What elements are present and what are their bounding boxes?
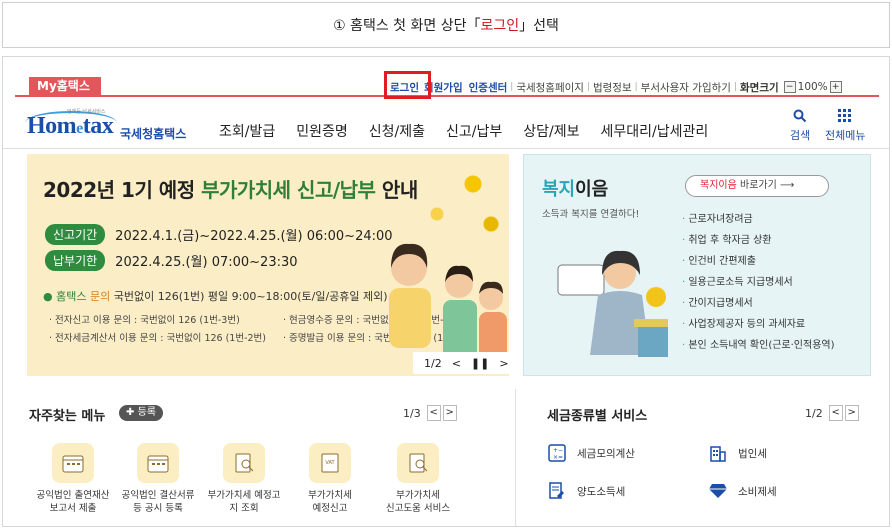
hometax-logo[interactable]: Hometax (27, 113, 114, 140)
grid-menu-icon (825, 109, 865, 127)
menu-inquiry[interactable]: 조회/발급 (219, 121, 275, 141)
caption-prefix: ① 홈택스 첫 화면 상단「 (333, 18, 481, 34)
calculator-icon: + − × = (547, 443, 567, 463)
utility-links: 로그인 회원가입 인증센터 | 국세청홈페이지 | 법령정보 | 부서사용자 가… (388, 78, 844, 96)
zoom-out-button[interactable]: − (783, 81, 796, 93)
favorite-item[interactable]: 공익법인 출연재산 보고서 제출 (31, 443, 115, 515)
banner-pager: 1/2 < ❚❚ > (413, 352, 509, 374)
menu-apply[interactable]: 신청/제출 (369, 121, 425, 141)
vat-doc-icon: VAT (309, 443, 351, 483)
calendar-icon (137, 443, 179, 483)
banner-title: 2022년 1기 예정 부가가치세 신고/납부 안내 (43, 178, 418, 202)
svg-text:VAT: VAT (325, 460, 335, 466)
tax-service-item[interactable]: + − × = 세금모의계산 (547, 443, 635, 463)
period-pill: 신고기간 (45, 224, 106, 245)
building-icon (708, 443, 728, 463)
due-text: 2022.4.25.(월) 07:00~23:30 (115, 255, 298, 270)
tax-service-item[interactable]: 소비제세 (708, 481, 777, 501)
pause-icon[interactable]: ❚❚ (471, 357, 489, 370)
document-search-icon (223, 443, 265, 483)
document-search-icon (397, 443, 439, 483)
diamond-icon (708, 481, 728, 501)
prev-arrow-icon[interactable]: < (452, 357, 461, 370)
welfare-subtitle: 소득과 복지를 연결하다! (542, 209, 640, 220)
arrow-right-icon: ⟶ (779, 180, 795, 191)
hometax-screenshot: My홈택스 로그인 회원가입 인증센터 | 국세청홈페이지 | 법령정보 | 부… (2, 56, 890, 527)
favorite-item[interactable]: 공익법인 결산서류 등 공시 등록 (116, 443, 200, 515)
cert-center-link[interactable]: 인증센터 (466, 80, 511, 95)
caption-suffix: 」선택 (519, 18, 559, 34)
main-menu: 조회/발급 민원증명 신청/제출 신고/납부 상담/제보 세무대리/납세관리 (219, 121, 729, 141)
all-menu-label: 전체메뉴 (825, 129, 866, 142)
tax-service-item[interactable]: 양도소득세 (547, 481, 625, 501)
main-nav: 언제든 납세서비스 Hometax 국세청홈택스 조회/발급 민원증명 신청/제… (3, 99, 889, 149)
due-row: 납부기한 2022.4.25.(월) 07:00~23:30 (45, 250, 298, 271)
favorite-item[interactable]: 부가가치세 신고도움 서비스 (376, 443, 460, 515)
welfare-item[interactable]: 본인 소득내역 확인(근로·인적용역) (682, 335, 834, 356)
zoom-in-button[interactable]: + (829, 81, 842, 93)
welfare-item[interactable]: 일용근로소득 지급명세서 (682, 272, 835, 293)
search-button[interactable]: 검색 (790, 109, 810, 143)
my-hometax-tab[interactable]: My홈택스 (29, 77, 101, 96)
next-page-button[interactable]: > (844, 405, 859, 421)
next-page-button[interactable]: > (442, 405, 457, 421)
section-divider (515, 389, 516, 526)
detail-line: · 전자세금계산서 이용 문의 : 국번없이 126 (1번-2번) (49, 333, 267, 344)
welfare-item[interactable]: 근로자녀장려금 (682, 209, 835, 230)
caption-highlight: 로그인 (480, 18, 520, 34)
welfare-item[interactable]: 인건비 간편제출 (682, 251, 835, 272)
welfare-item[interactable]: 사업장제공자 등의 과세자료 (682, 314, 835, 335)
welfare-panel: 복지이음 소득과 복지를 연결하다! 복지이음 바로가기 ⟶ 근로자녀장려금 취… (523, 154, 871, 376)
transfer-document-icon (547, 481, 567, 501)
instruction-caption: ① 홈택스 첫 화면 상단「 로그인 」선택 (2, 2, 890, 48)
tax-service-item[interactable]: 법인세 (708, 443, 767, 463)
welfare-list: 근로자녀장려금 취업 후 학자금 상환 인건비 간편제출 일용근로소득 지급명세… (682, 209, 835, 356)
top-utility-bar: My홈택스 로그인 회원가입 인증센터 | 국세청홈페이지 | 법령정보 | 부… (3, 57, 889, 99)
menu-report-pay[interactable]: 신고/납부 (446, 121, 502, 141)
tax-services-title: 세금종류별 서비스 (547, 409, 648, 424)
svg-text:=: = (558, 454, 563, 461)
favorite-item[interactable]: VAT 부가가치세 예정신고 (288, 443, 372, 515)
tax-page-indicator: 1/2 (805, 406, 823, 420)
zoom-level: 100% (797, 81, 828, 93)
prev-page-button[interactable]: < (828, 405, 843, 421)
welfare-item[interactable]: 취업 후 학자금 상환 (682, 230, 835, 251)
vat-banner[interactable]: 2022년 1기 예정 부가가치세 신고/납부 안내 신고기간 2022.4.1… (27, 154, 509, 376)
favorites-page-indicator: 1/3 (403, 406, 421, 420)
tax-services-pager: 1/2 < > (805, 405, 859, 421)
register-button[interactable]: ✚ 등록 (119, 405, 163, 421)
menu-tax-agent[interactable]: 세무대리/납세관리 (601, 121, 709, 141)
all-menu-button[interactable]: 전체메뉴 (825, 109, 865, 143)
next-arrow-icon[interactable]: > (499, 357, 508, 370)
woman-laptop-illustration (557, 250, 668, 357)
contact-info: ● 홈택스 문의 국번없이 126(1번) 평일 9:00~18:00(토/일/… (43, 290, 388, 303)
screen-size-label: 화면크기 (740, 81, 779, 94)
welfare-title: 복지이음 (542, 179, 609, 200)
search-label: 검색 (790, 129, 811, 142)
favorites-title: 자주찾는 메뉴 (29, 409, 106, 424)
banner-page-indicator: 1/2 (424, 356, 442, 370)
logo-subtitle: 국세청홈택스 (120, 127, 187, 141)
nts-home-link[interactable]: 국세청홈페이지 (513, 80, 587, 95)
detail-line: · 전자신고 이용 문의 : 국번없이 126 (1번-3번) (49, 315, 240, 326)
welfare-item[interactable]: 간이지급명세서 (682, 293, 835, 314)
menu-consult[interactable]: 상담/제보 (523, 121, 579, 141)
favorite-item[interactable]: 부가가치세 예정고 지 조회 (202, 443, 286, 515)
due-pill: 납부기한 (45, 250, 106, 271)
login-highlight-box (384, 71, 431, 99)
calendar-icon (52, 443, 94, 483)
search-icon (790, 109, 810, 127)
favorites-pager: 1/3 < > (403, 405, 457, 421)
prev-page-button[interactable]: < (426, 405, 441, 421)
svg-text:−: − (558, 447, 563, 454)
law-info-link[interactable]: 법령정보 (590, 80, 635, 95)
menu-certificate[interactable]: 민원증명 (296, 121, 348, 141)
welfare-shortcut-button[interactable]: 복지이음 바로가기 ⟶ (685, 175, 829, 197)
filing-period-row: 신고기간 2022.4.1.(금)~2022.4.25.(월) 06:00~24… (45, 224, 393, 245)
period-text: 2022.4.1.(금)~2022.4.25.(월) 06:00~24:00 (115, 229, 393, 244)
dept-user-signup-link[interactable]: 부서사용자 가입하기 (638, 80, 734, 95)
